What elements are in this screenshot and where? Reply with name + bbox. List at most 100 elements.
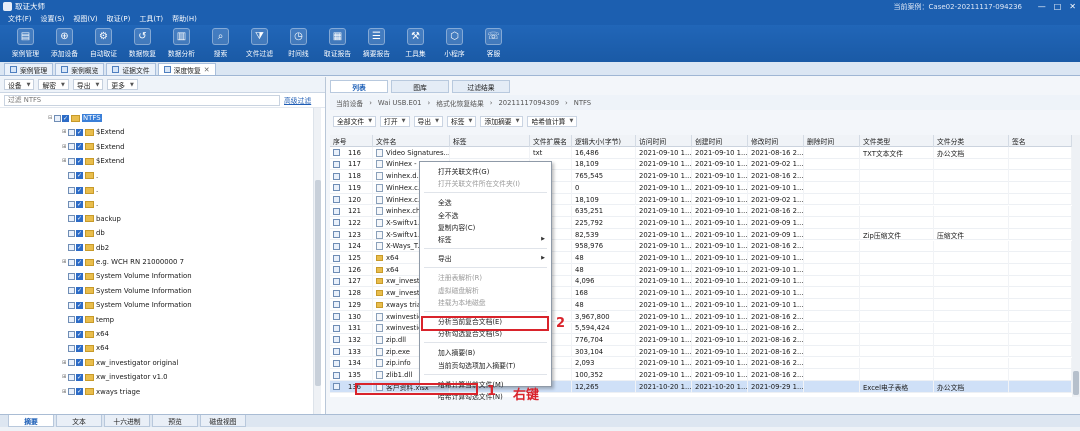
row-checkbox[interactable]	[333, 301, 340, 309]
tree-checkbox[interactable]	[68, 272, 75, 280]
advanced-filter-link[interactable]: 高级过滤	[284, 95, 311, 105]
tree-checkbox[interactable]	[68, 200, 75, 208]
column-header[interactable]: 序号	[330, 135, 373, 147]
toolbar-button[interactable]: ▤ 案例管理	[6, 25, 45, 62]
file-toolbar-dropdown[interactable]: 打开 ▼	[380, 115, 410, 127]
row-checkbox[interactable]	[333, 160, 340, 168]
file-toolbar-dropdown[interactable]: 导出 ▼	[413, 115, 443, 127]
column-header[interactable]: 文件分类	[934, 135, 1009, 147]
view-tab[interactable]: 图库	[391, 80, 449, 93]
tree-checkbox[interactable]	[68, 172, 75, 180]
table-scrollbar[interactable]	[1072, 135, 1080, 397]
tree-scroll-thumb[interactable]	[315, 180, 321, 386]
toolbar-button[interactable]: ◷ 时间线	[279, 25, 318, 62]
row-checkbox[interactable]	[333, 383, 340, 391]
close-button[interactable]: ✕	[1069, 2, 1076, 11]
row-checkbox[interactable]	[333, 371, 340, 379]
tree-node[interactable]: ✓ db	[62, 227, 105, 239]
tree-node[interactable]: ⊞ ✓ xw_investigator v1.0	[62, 371, 168, 383]
tree-node[interactable]: ✓ x64	[62, 342, 109, 354]
tree-node[interactable]: ⊞ ✓ $Extend	[62, 141, 125, 153]
row-checkbox[interactable]	[333, 242, 340, 250]
tree-node[interactable]: ✓ backup	[62, 213, 121, 225]
tree-checkbox[interactable]	[68, 330, 75, 338]
toolbar-button[interactable]: ▥ 数据分析	[162, 25, 201, 62]
tree-checkbox[interactable]	[68, 301, 75, 309]
file-toolbar-dropdown[interactable]: 标签 ▼	[446, 115, 477, 127]
document-tab[interactable]: 深度恢复 ✕	[157, 63, 216, 75]
tree-node[interactable]: ✓.	[62, 184, 98, 196]
column-header[interactable]: 文件类型	[860, 135, 934, 147]
column-header[interactable]: 修改时间	[748, 135, 804, 147]
maximize-button[interactable]: □	[1054, 2, 1062, 11]
menu-item[interactable]: 帮助(H)	[172, 14, 197, 24]
close-tab-icon[interactable]: ✕	[204, 66, 210, 74]
toolbar-button[interactable]: ☰ 摘要报告	[357, 25, 396, 62]
detail-tab[interactable]: 摘要	[8, 415, 54, 427]
context-menu-item[interactable]: 复制内容(C)	[420, 221, 551, 233]
tree-checkbox[interactable]	[68, 373, 75, 381]
column-header[interactable]: 标签	[450, 135, 530, 147]
menu-item[interactable]: 设置(S)	[41, 14, 65, 24]
view-tab[interactable]: 列表	[330, 80, 388, 93]
toolbar-button[interactable]: ⧩ 文件过滤	[240, 25, 279, 62]
row-checkbox[interactable]	[333, 149, 340, 157]
tree-toolbar-dropdown[interactable]: 更多 ▼	[107, 79, 138, 90]
breadcrumb-item[interactable]: 格式化恢复结果	[436, 98, 484, 108]
column-header[interactable]: 文件扩展名	[530, 135, 572, 147]
tree-checkbox[interactable]	[68, 186, 75, 194]
column-header[interactable]: 删除时间	[804, 135, 860, 147]
toolbar-button[interactable]: ⌕ 搜索	[201, 25, 240, 62]
tree-node[interactable]: ⊟ ✓ NTFS	[48, 112, 102, 124]
context-menu-item[interactable]: 加入摘要(B)	[420, 346, 551, 358]
toolbar-button[interactable]: ▦ 取证报告	[318, 25, 357, 62]
detail-tab[interactable]: 文本	[56, 415, 102, 427]
document-tab[interactable]: 证据文件	[106, 63, 156, 75]
tree-node[interactable]: ⊞ ✓ e.g. WCH RN 21000000 7	[62, 256, 184, 268]
column-header[interactable]: 访问时间	[636, 135, 692, 147]
document-tab[interactable]: 案例管理	[4, 63, 54, 75]
toolbar-button[interactable]: ↺ 数据恢复	[123, 25, 162, 62]
context-menu-item[interactable]: 导出 ▶	[420, 252, 551, 264]
tree-checkbox[interactable]	[68, 229, 75, 237]
toolbar-button[interactable]: ⚒ 工具集	[396, 25, 435, 62]
row-checkbox[interactable]	[333, 313, 340, 321]
tree-node[interactable]: ✓.	[62, 198, 98, 210]
detail-tab[interactable]: 十六进制	[104, 415, 150, 427]
tree-node[interactable]: ⊞ ✓ xways triage	[62, 386, 140, 398]
detail-tab[interactable]: 预览	[152, 415, 198, 427]
column-header[interactable]: 逻辑大小(字节)	[572, 135, 636, 147]
file-toolbar-dropdown[interactable]: 添加摘要 ▼	[480, 115, 524, 127]
row-checkbox[interactable]	[333, 219, 340, 227]
row-checkbox[interactable]	[333, 254, 340, 262]
menu-item[interactable]: 视图(V)	[73, 14, 97, 24]
row-checkbox[interactable]	[333, 184, 340, 192]
tree-node[interactable]: ✓ x64	[62, 328, 109, 340]
tree-checkbox[interactable]	[68, 344, 75, 352]
menu-item[interactable]: 取证(P)	[107, 14, 131, 24]
tree-checkbox[interactable]	[68, 143, 75, 151]
row-checkbox[interactable]	[333, 336, 340, 344]
context-menu-item[interactable]: 全不选	[420, 209, 551, 221]
row-checkbox[interactable]	[333, 207, 340, 215]
tree-checkbox[interactable]	[68, 215, 75, 223]
toolbar-button[interactable]: ⊕ 添加设备	[45, 25, 84, 62]
tree-node[interactable]: ✓ db2	[62, 242, 109, 254]
tree-node[interactable]: ⊞ ✓ xw_investigator original	[62, 357, 178, 369]
tree-node[interactable]: ✓ temp	[62, 314, 114, 326]
tree-node[interactable]: ✓ System Volume Information	[62, 285, 192, 297]
row-checkbox[interactable]	[333, 348, 340, 356]
tree-filter-input[interactable]	[4, 94, 280, 106]
file-toolbar-dropdown[interactable]: 全部文件 ▼	[333, 115, 377, 127]
tree-toolbar-dropdown[interactable]: 设备 ▼	[4, 79, 35, 90]
table-scroll-thumb[interactable]	[1073, 371, 1079, 395]
tree-checkbox[interactable]	[68, 244, 75, 252]
tree-node[interactable]: ✓ System Volume Information	[62, 299, 192, 311]
tree-toolbar-dropdown[interactable]: 解密 ▼	[38, 79, 69, 90]
breadcrumb-item[interactable]: 20211117094309	[498, 99, 559, 107]
column-header[interactable]: 创建时间	[692, 135, 748, 147]
tree-checkbox[interactable]	[68, 316, 75, 324]
breadcrumb-item[interactable]: Wai USB.E01	[378, 99, 422, 107]
context-menu-item[interactable]: 标签 ▶	[420, 233, 551, 245]
view-tab[interactable]: 过滤结果	[452, 80, 510, 93]
